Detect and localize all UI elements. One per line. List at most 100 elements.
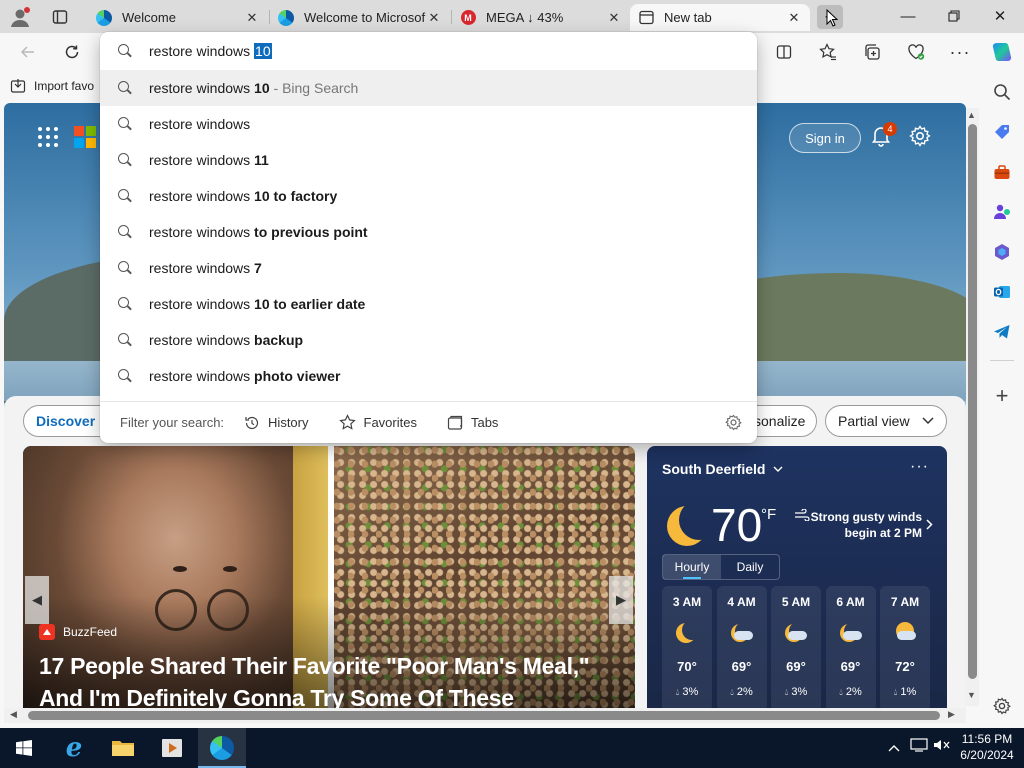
horizontal-scrollbar-thumb[interactable] [28,711,940,720]
close-tab-icon[interactable]: ✕ [786,10,802,26]
tab-new-tab[interactable]: New tab ✕ [630,4,810,31]
mega-icon: M [460,10,476,26]
collections-icon[interactable] [856,36,888,68]
suggestion-item[interactable]: restore windows 10 to factory [100,178,757,214]
partial-view-label: Partial view [838,413,910,429]
news-card[interactable]: ◀ ▶ BuzzFeed 17 People Shared Their Favo… [23,446,635,710]
system-clock[interactable]: 11:56 PM 6/20/2024 [955,731,1019,763]
suggestion-item[interactable]: restore windows backup [100,322,757,358]
sidebar-telegram-icon[interactable] [990,320,1014,344]
hourly-forecast-item[interactable]: 3 AM 70° 💧︎ 3% [662,586,712,710]
carousel-prev-button[interactable]: ◀ [25,576,49,624]
filter-history-button[interactable]: History [244,415,309,431]
media-player-icon[interactable] [148,728,196,768]
suggestion-item[interactable]: restore windows 7 [100,250,757,286]
raindrop-icon: 💧︎ [839,687,843,697]
vertical-scrollbar-thumb[interactable] [968,124,977,679]
search-icon [100,81,149,95]
sidebar-games-icon[interactable] [990,200,1014,224]
split-screen-icon[interactable] [768,36,800,68]
scroll-left-arrow[interactable]: ◀ [10,709,17,720]
sidebar-outlook-icon[interactable] [990,280,1014,304]
weather-location[interactable]: South Deerfield [662,461,783,477]
close-tab-icon[interactable]: ✕ [244,10,260,26]
sidebar-shopping-tag-icon[interactable] [990,120,1014,144]
close-tab-icon[interactable]: ✕ [426,10,442,26]
suggestion-prefix: restore windows [149,188,255,204]
forecast-precip-value: 3% [682,686,699,698]
suggestion-item[interactable]: restore windows [100,106,757,142]
page-settings-gear-icon[interactable] [909,125,933,149]
weather-card[interactable]: South Deerfield ··· 70 °F Strong gusty w… [647,446,947,710]
tab-mega[interactable]: M MEGA ↓ 43% ✕ [452,4,630,31]
suggestion-item[interactable]: restore windows 10 to earlier date [100,286,757,322]
back-button[interactable] [12,36,44,68]
tab-hourly[interactable]: Hourly [663,555,721,579]
browser-essentials-icon[interactable] [900,36,932,68]
sign-in-button[interactable]: Sign in [789,123,861,153]
forecast-precip-value: 2% [736,686,753,698]
sidebar-microsoft-365-icon[interactable] [990,240,1014,264]
scroll-down-arrow[interactable]: ▼ [967,690,976,700]
tab-actions-icon[interactable] [50,7,70,27]
hourly-forecast-item[interactable]: 7 AM 72° 💧︎ 1% [880,586,930,710]
import-favorites-button[interactable]: Import favo [10,77,94,95]
filter-settings-gear-icon[interactable] [725,414,742,431]
profile-avatar[interactable] [8,5,32,29]
hourly-forecast-item[interactable]: 5 AM 69° 💧︎ 3% [771,586,821,710]
edge-taskbar-icon[interactable] [198,728,246,768]
tab-welcome-microsoft[interactable]: Welcome to Microsof ✕ [270,4,450,31]
file-explorer-icon[interactable] [99,728,147,768]
suggestion-item[interactable]: restore windows 10 - Bing Search [100,70,757,106]
suggestion-completion: 10 [254,80,270,96]
weather-more-icon[interactable]: ··· [910,458,929,476]
action-center-icon[interactable] [910,738,928,755]
suggestion-text: restore windows to previous point [149,224,368,240]
minimize-button[interactable]: — [885,0,931,32]
suggestion-item[interactable]: restore windows 11 [100,142,757,178]
forecast-hour: 3 AM [672,595,702,609]
volume-muted-icon[interactable] [933,738,951,755]
hourly-forecast-item[interactable]: 6 AM 69° 💧︎ 2% [825,586,876,710]
favorites-icon[interactable] [812,36,844,68]
internet-explorer-icon[interactable]: e [50,728,98,768]
carousel-next-button[interactable]: ▶ [609,576,633,624]
filter-favorites-button[interactable]: Favorites [338,414,417,431]
partial-view-dropdown[interactable]: Partial view [825,405,947,437]
scroll-right-arrow[interactable]: ▶ [948,709,955,720]
forecast-hour: 4 AM [727,595,756,609]
notifications-bell-icon[interactable]: 4 [870,122,897,149]
sidebar-tools-icon[interactable] [990,160,1014,184]
forecast-temp: 69° [840,659,861,674]
sidebar-add-icon[interactable]: + [990,383,1014,408]
show-hidden-icons-chevron[interactable] [888,740,900,755]
weather-alert-line: Strong gusty winds [810,510,922,524]
tab-daily[interactable]: Daily [721,555,779,579]
buzzfeed-logo-icon [39,624,55,640]
forecast-precip-value: 1% [900,686,917,698]
suggestion-item[interactable]: restore windows to previous point [100,214,757,250]
refresh-button[interactable] [56,36,88,68]
sidebar-search-icon[interactable] [990,80,1014,104]
tab-welcome[interactable]: Welcome ✕ [88,4,268,31]
filter-tabs-button[interactable]: Tabs [447,415,498,431]
close-window-button[interactable]: ✕ [977,0,1023,32]
copilot-icon[interactable] [986,36,1018,68]
settings-more-icon[interactable]: ··· [944,36,976,68]
cloudy-moon-icon [785,622,807,642]
scroll-up-arrow[interactable]: ▲ [967,110,976,120]
weather-alert[interactable]: Strong gusty winds begin at 2 PM [807,509,922,541]
sidebar-settings-gear-icon[interactable] [990,694,1014,718]
restore-button[interactable] [931,0,977,32]
news-source[interactable]: BuzzFeed [39,624,117,640]
address-bar-input[interactable]: restore windows 10 [100,33,757,69]
start-button[interactable] [0,728,48,768]
news-headline[interactable]: 17 People Shared Their Favorite "Poor Ma… [39,650,619,710]
close-tab-icon[interactable]: ✕ [606,10,622,26]
hourly-forecast-item[interactable]: 4 AM 69° 💧︎ 2% [716,586,767,710]
apps-launcher-icon[interactable] [38,127,58,147]
suggestion-item[interactable]: restore windows photo viewer [100,358,757,394]
suggestion-text: restore windows 10 to earlier date [149,296,365,312]
forecast-hour: 5 AM [781,595,811,609]
chevron-right-icon[interactable] [926,518,933,533]
